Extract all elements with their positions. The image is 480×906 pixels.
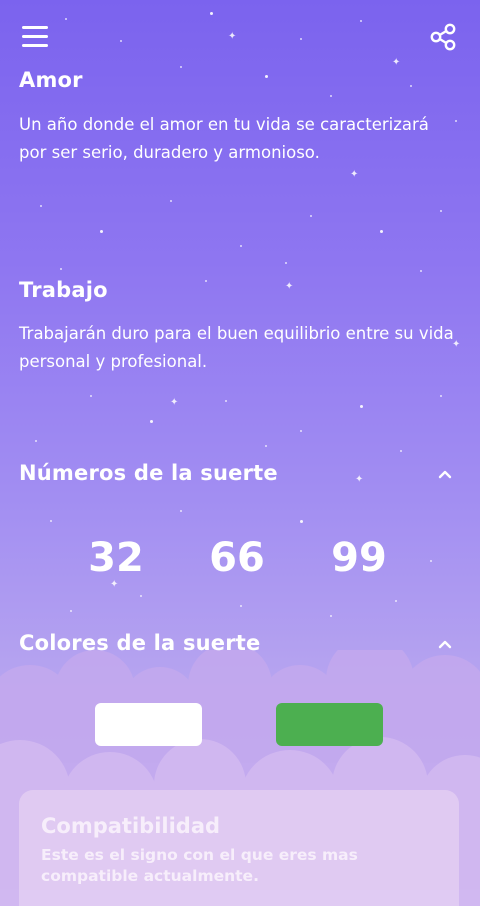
share-button[interactable] xyxy=(428,22,458,52)
compatibility-card[interactable]: Compatibilidad Este es el signo con el q… xyxy=(19,790,459,906)
lucky-color-swatch xyxy=(276,703,383,746)
lucky-number: 32 xyxy=(88,535,144,581)
amor-text: Un año donde el amor en tu vida se carac… xyxy=(19,115,429,162)
chevron-up-icon[interactable] xyxy=(438,467,452,481)
compatibility-title: Compatibilidad xyxy=(41,814,221,838)
trabajo-text: Trabajarán duro para el buen equilibrio … xyxy=(19,324,454,371)
share-icon xyxy=(430,23,456,51)
trabajo-title: Trabajo xyxy=(19,278,108,302)
chevron-up-icon[interactable] xyxy=(438,637,452,651)
lucky-colors-title: Colores de la suerte xyxy=(19,631,261,655)
lucky-numbers-title: Números de la suerte xyxy=(19,461,278,485)
lucky-number: 99 xyxy=(331,535,387,581)
menu-button[interactable] xyxy=(22,26,48,48)
amor-title: Amor xyxy=(19,68,83,92)
lucky-numbers-row: 32 66 99 xyxy=(0,535,480,585)
lucky-color-swatch xyxy=(95,703,202,746)
hamburger-menu-icon xyxy=(22,26,48,29)
compatibility-text: Este es el signo con el que eres mas com… xyxy=(41,846,358,885)
lucky-number: 66 xyxy=(209,535,265,581)
